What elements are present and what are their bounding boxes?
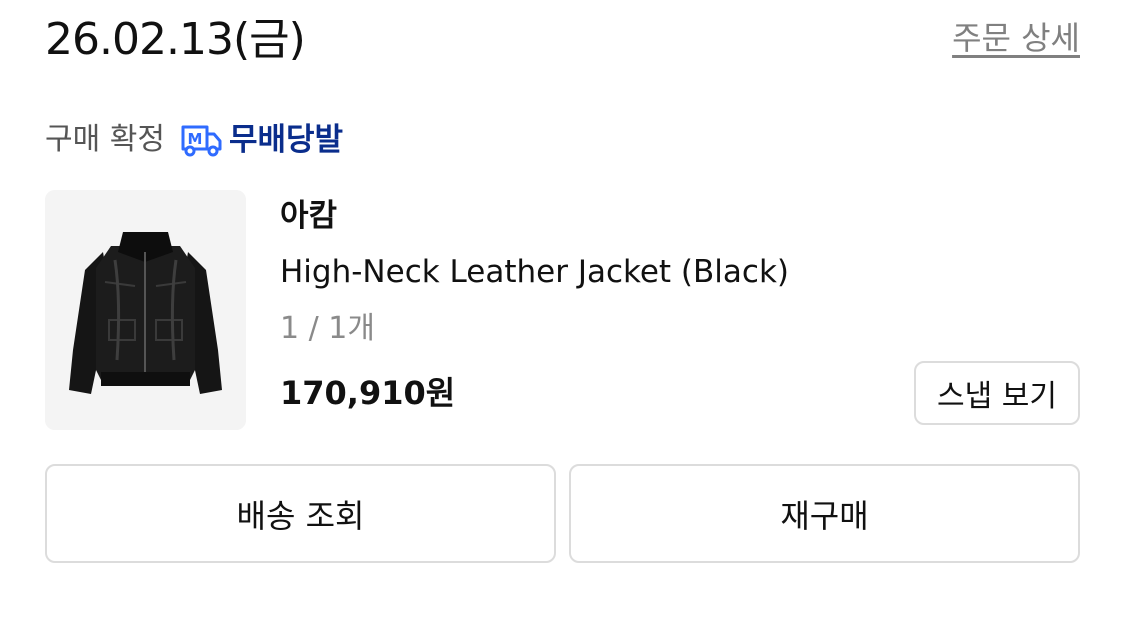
svg-text:M: M [187, 130, 202, 148]
product-name[interactable]: High-Neck Leather Jacket (Black) [280, 252, 789, 292]
track-delivery-button[interactable]: 배송 조회 [45, 464, 556, 563]
snap-view-button[interactable]: 스냅 보기 [914, 361, 1080, 425]
rebuy-button[interactable]: 재구매 [569, 464, 1080, 563]
leather-jacket-icon [45, 190, 246, 430]
order-date: 26.02.13(금) [45, 14, 306, 65]
order-card: 26.02.13(금) 주문 상세 구매 확정 M 무배당발 아캄 High-N… [0, 0, 1125, 632]
order-detail-link[interactable]: 주문 상세 [952, 18, 1080, 58]
delivery-truck-icon: M [179, 121, 223, 159]
product-quantity: 1 / 1개 [280, 311, 375, 346]
delivery-badge-label: 무배당발 [228, 122, 344, 158]
product-brand[interactable]: 아캄 [280, 196, 337, 236]
order-status-row: 구매 확정 M 무배당발 [45, 118, 343, 162]
product-price: 170,910원 [280, 374, 456, 412]
product-thumbnail[interactable] [45, 190, 246, 430]
order-status-label: 구매 확정 [45, 122, 165, 157]
